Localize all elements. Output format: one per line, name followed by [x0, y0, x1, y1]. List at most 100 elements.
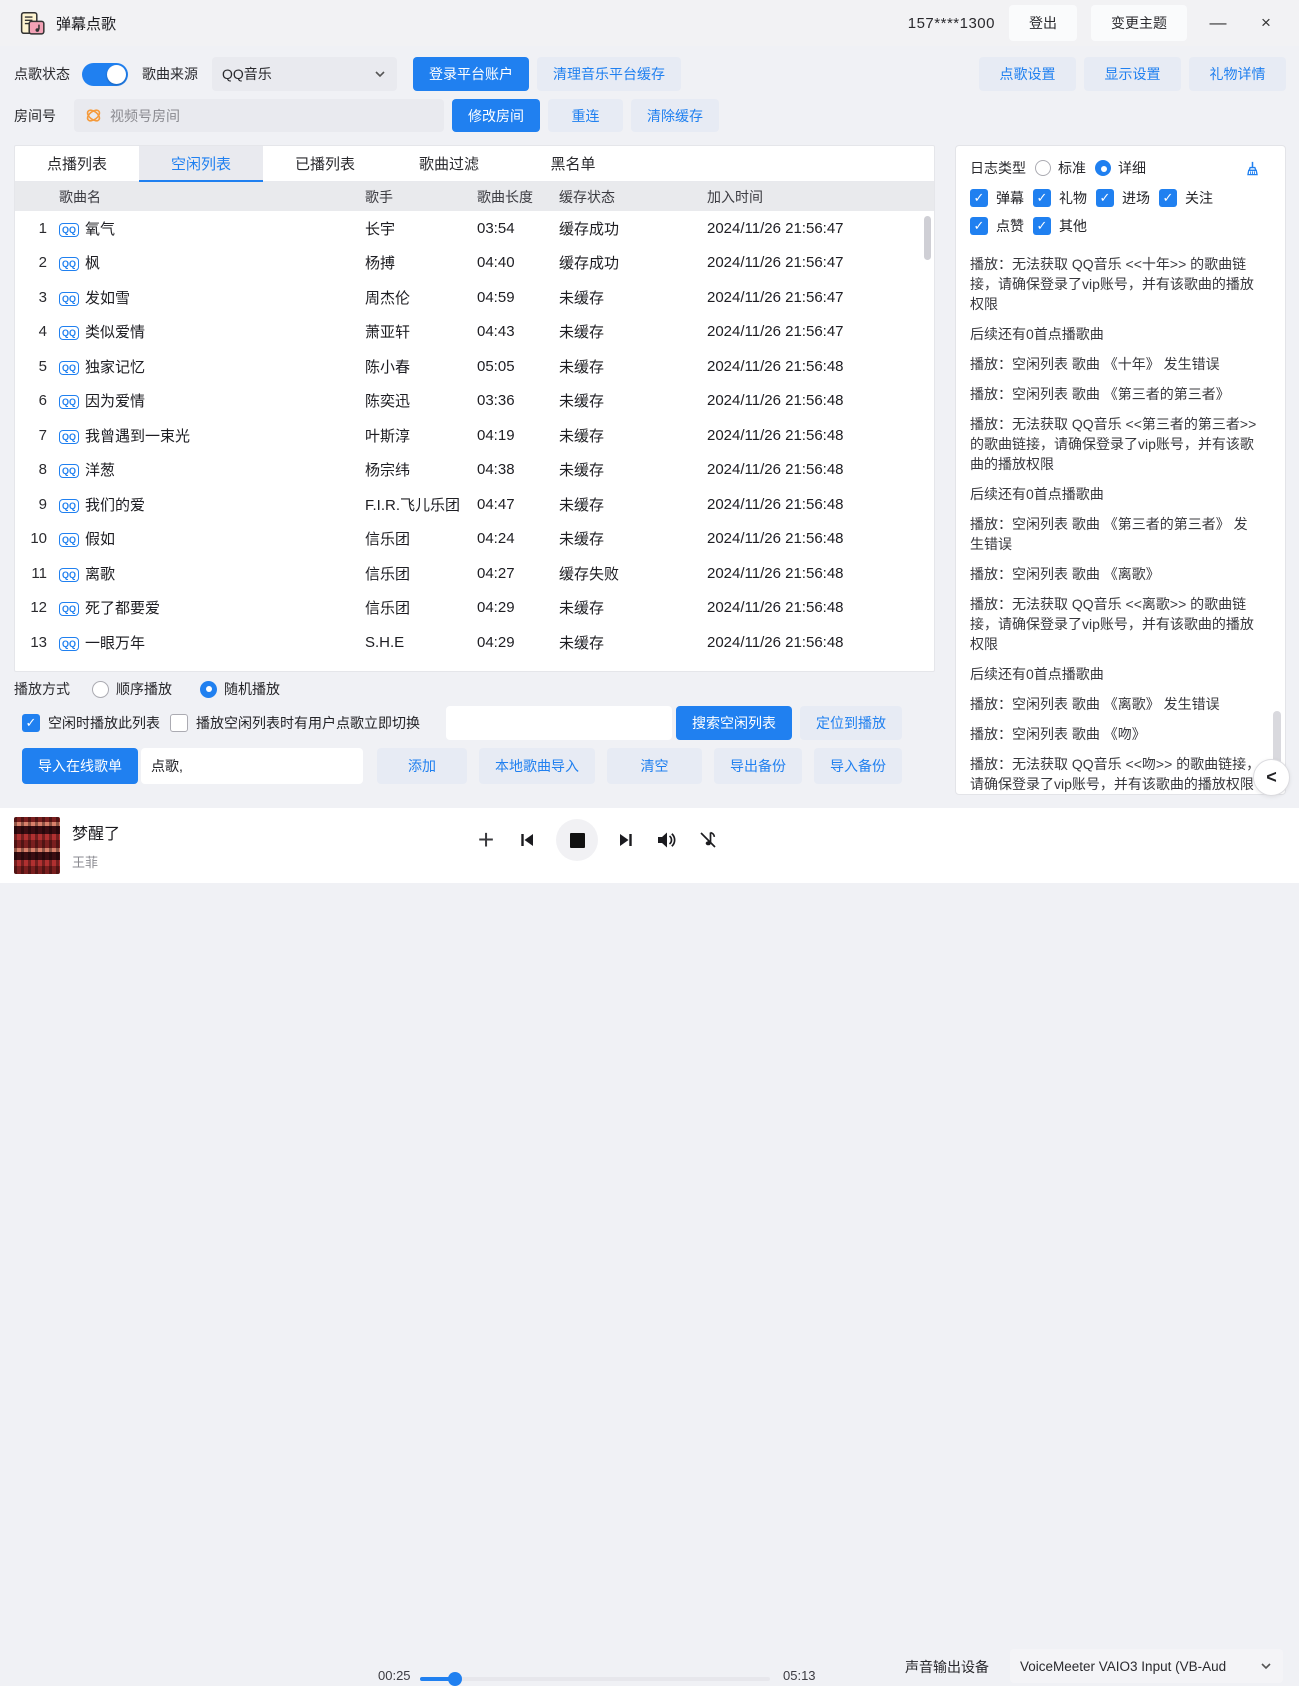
collapse-log-button[interactable]: < — [1253, 759, 1290, 796]
import-backup-button[interactable]: 导入备份 — [814, 748, 902, 784]
table-row[interactable]: 9QQ我们的爱F.I.R.飞儿乐团04:47未缓存2024/11/26 21:5… — [15, 487, 934, 522]
modify-room-button[interactable]: 修改房间 — [452, 99, 540, 132]
next-track-button[interactable] — [608, 822, 644, 858]
chevron-down-icon — [1259, 1659, 1273, 1673]
tab-2[interactable]: 已播列表 — [263, 146, 387, 181]
search-idle-list-button[interactable]: 搜索空闲列表 — [676, 706, 792, 740]
table-row[interactable]: 5QQ独家记忆陈小春05:05未缓存2024/11/26 21:56:48 — [15, 349, 934, 384]
wechat-channel-icon — [84, 106, 103, 125]
log-entry: 播放：无法获取 QQ音乐 <<吻>> 的歌曲链接，请确保登录了vip账号，并有该… — [970, 754, 1261, 794]
table-scrollbar[interactable] — [924, 216, 931, 666]
table-row[interactable]: 1QQ氧气长宇03:54缓存成功2024/11/26 21:56:47 — [15, 211, 934, 246]
audio-output-select[interactable]: VoiceMeeter VAIO3 Input (VB-Aud — [1010, 1649, 1283, 1683]
artist-name: 长宇 — [365, 218, 477, 239]
log-filter-checkbox[interactable]: ✓其他 — [1033, 216, 1087, 236]
display-settings-button[interactable]: 显示设置 — [1084, 57, 1181, 91]
qq-music-icon: QQ — [59, 599, 85, 616]
log-filter-checkbox[interactable]: ✓弹幕 — [970, 188, 1024, 208]
clear-cache-button[interactable]: 清除缓存 — [631, 99, 719, 132]
cache-status: 未缓存 — [559, 321, 707, 342]
room-number-input[interactable] — [74, 99, 444, 132]
list-tabs: 点播列表空闲列表已播列表歌曲过滤黑名单 — [15, 146, 934, 182]
gift-details-button[interactable]: 礼物详情 — [1189, 57, 1286, 91]
log-scrollbar[interactable] — [1273, 158, 1281, 778]
stop-button[interactable] — [556, 819, 598, 861]
mute-music-button[interactable] — [690, 822, 726, 858]
table-row[interactable]: 4QQ类似爱情萧亚轩04:43未缓存2024/11/26 21:56:47 — [15, 315, 934, 350]
local-import-button[interactable]: 本地歌曲导入 — [479, 748, 595, 784]
now-playing-title: 梦醒了 — [72, 820, 120, 844]
table-row[interactable]: 10QQ假如信乐团04:24未缓存2024/11/26 21:56:48 — [15, 522, 934, 557]
song-keyword-input[interactable] — [141, 748, 363, 784]
radio-sequential[interactable]: 顺序播放 — [92, 679, 172, 699]
song-name: 假如 — [85, 528, 365, 549]
volume-button[interactable] — [648, 822, 684, 858]
seek-slider[interactable] — [420, 1672, 770, 1686]
log-filter-checkbox[interactable]: ✓礼物 — [1033, 188, 1087, 208]
song-name: 氧气 — [85, 218, 365, 239]
idle-list-search-input[interactable] — [446, 706, 672, 740]
song-name: 因为爱情 — [85, 390, 365, 411]
radio-log-standard[interactable]: 标准 — [1035, 158, 1086, 178]
checkbox-checked-icon: ✓ — [1096, 189, 1114, 207]
room-number-label: 房间号 — [14, 106, 56, 126]
added-time: 2024/11/26 21:56:48 — [707, 427, 934, 444]
tab-0[interactable]: 点播列表 — [15, 146, 139, 181]
song-source-label: 歌曲来源 — [142, 64, 198, 84]
total-time: 05:13 — [783, 1668, 816, 1683]
song-duration: 03:54 — [477, 220, 559, 237]
tab-1[interactable]: 空闲列表 — [139, 146, 263, 181]
minimize-button[interactable]: — — [1201, 8, 1235, 38]
song-name: 我们的爱 — [85, 494, 365, 515]
table-row[interactable]: 13QQ一眼万年S.H.E04:29未缓存2024/11/26 21:56:48 — [15, 625, 934, 660]
table-row[interactable]: 12QQ死了都要爱信乐团04:29未缓存2024/11/26 21:56:48 — [15, 591, 934, 626]
cache-status: 缓存成功 — [559, 252, 707, 273]
qq-music-icon: QQ — [59, 289, 85, 306]
export-backup-button[interactable]: 导出备份 — [714, 748, 802, 784]
now-playing-artist: 王菲 — [72, 852, 120, 871]
log-filter-checkbox[interactable]: ✓点赞 — [970, 216, 1024, 236]
toolbar: 点歌状态 歌曲来源 QQ音乐 登录平台账户 清理音乐平台缓存 点歌设置 显示设置… — [14, 57, 1286, 91]
add-song-button[interactable]: 添加 — [377, 748, 467, 784]
login-platform-button[interactable]: 登录平台账户 — [413, 57, 529, 91]
reconnect-button[interactable]: 重连 — [548, 99, 623, 132]
import-online-playlist-button[interactable]: 导入在线歌单 — [22, 748, 138, 784]
table-row[interactable]: 7QQ我曾遇到一束光叶斯淳04:19未缓存2024/11/26 21:56:48 — [15, 418, 934, 453]
audio-output-label: 声音输出设备 — [905, 1650, 989, 1684]
table-row[interactable]: 6QQ因为爱情陈奕迅03:36未缓存2024/11/26 21:56:48 — [15, 384, 934, 419]
checkbox-instant-switch[interactable]: ✓ 播放空闲列表时有用户点歌立即切换 — [170, 713, 420, 733]
song-status-toggle[interactable] — [82, 63, 128, 86]
checkbox-idle-play[interactable]: ✓ 空闲时播放此列表 — [22, 713, 160, 733]
clear-log-icon[interactable] — [1244, 160, 1261, 177]
log-filter-label: 进场 — [1122, 188, 1150, 208]
row-index: 11 — [15, 565, 59, 582]
add-to-list-button[interactable]: + — [468, 822, 504, 858]
table-row[interactable]: 2QQ枫杨搏04:40缓存成功2024/11/26 21:56:47 — [15, 246, 934, 281]
log-filter-checkbox[interactable]: ✓ 进场 — [1096, 188, 1150, 208]
log-filter-checkbox[interactable]: ✓关注 — [1159, 188, 1213, 208]
table-row[interactable]: 3QQ发如雪周杰伦04:59未缓存2024/11/26 21:56:47 — [15, 280, 934, 315]
artist-name: 杨宗纬 — [365, 459, 477, 480]
table-row[interactable]: 11QQ离歌信乐团04:27缓存失败2024/11/26 21:56:48 — [15, 556, 934, 591]
radio-random[interactable]: 随机播放 — [200, 679, 280, 699]
tab-4[interactable]: 黑名单 — [511, 146, 635, 181]
clear-list-button[interactable]: 清空 — [607, 748, 702, 784]
change-theme-button[interactable]: 变更主题 — [1091, 5, 1187, 41]
radio-log-detailed[interactable]: 详细 — [1095, 158, 1146, 178]
locate-playing-button[interactable]: 定位到播放 — [800, 706, 902, 740]
song-table-body: 1QQ氧气长宇03:54缓存成功2024/11/26 21:56:472QQ枫杨… — [15, 211, 934, 660]
table-row[interactable]: 8QQ洋葱杨宗纬04:38未缓存2024/11/26 21:56:48 — [15, 453, 934, 488]
clean-music-cache-button[interactable]: 清理音乐平台缓存 — [537, 57, 681, 91]
slider-thumb[interactable] — [448, 1672, 462, 1686]
tab-3[interactable]: 歌曲过滤 — [387, 146, 511, 181]
qq-music-icon: QQ — [59, 634, 85, 651]
logout-button[interactable]: 登出 — [1009, 5, 1077, 41]
previous-track-button[interactable] — [509, 822, 545, 858]
song-duration: 04:59 — [477, 289, 559, 306]
close-button[interactable]: × — [1249, 8, 1283, 38]
song-settings-button[interactable]: 点歌设置 — [979, 57, 1076, 91]
song-source-select[interactable]: QQ音乐 — [212, 57, 397, 91]
checkbox-checked-icon: ✓ — [1159, 189, 1177, 207]
current-time: 00:25 — [378, 1668, 411, 1683]
log-entry: 后续还有0首点播歌曲 — [970, 324, 1261, 344]
